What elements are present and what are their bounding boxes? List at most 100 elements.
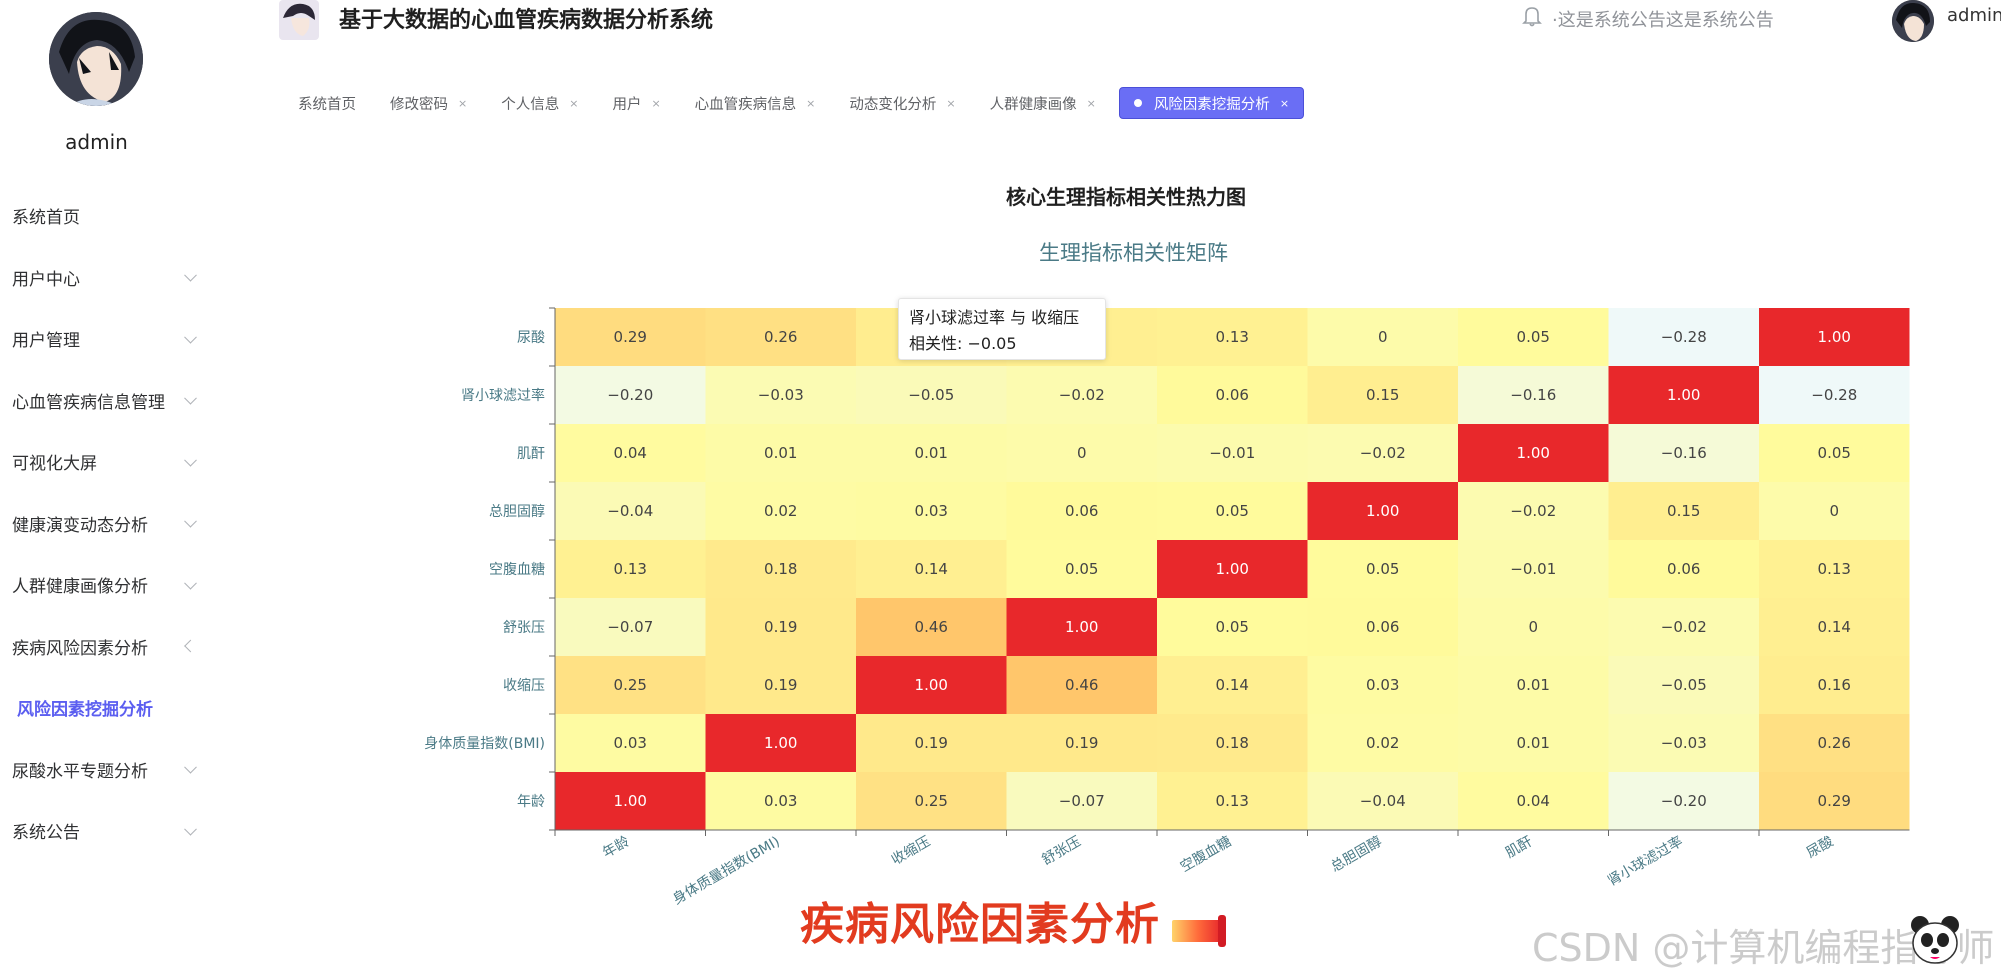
- heatmap-cell[interactable]: 0.13: [1157, 308, 1308, 366]
- heatmap-cell[interactable]: 0.01: [856, 424, 1007, 482]
- heatmap-cell[interactable]: 0.19: [705, 656, 857, 714]
- heatmap-cell[interactable]: −0.05: [1608, 656, 1760, 714]
- heatmap-cell[interactable]: 0.14: [856, 540, 1007, 598]
- heatmap-cell[interactable]: 1.00: [1608, 366, 1760, 424]
- tab-4[interactable]: 心血管疾病信息 ×: [684, 87, 827, 119]
- heatmap-cell[interactable]: 0.46: [1006, 656, 1158, 714]
- sidebar-item-1[interactable]: 用户中心: [0, 247, 215, 309]
- tab-0[interactable]: 系统首页: [287, 87, 367, 119]
- header-avatar[interactable]: [1892, 0, 1934, 42]
- heatmap-cell[interactable]: 0.14: [1157, 656, 1308, 714]
- heatmap-cell[interactable]: 0.01: [1458, 656, 1609, 714]
- heatmap-cell[interactable]: 0.25: [856, 772, 1007, 830]
- heatmap-cell[interactable]: −0.20: [555, 366, 706, 424]
- heatmap-cell[interactable]: 0.04: [555, 424, 706, 482]
- heatmap-cell[interactable]: 0.02: [705, 482, 857, 540]
- sidebar-item-2[interactable]: 用户管理: [0, 308, 215, 370]
- heatmap-cell[interactable]: −0.07: [1006, 772, 1158, 830]
- heatmap-cell[interactable]: 1.00: [1458, 424, 1609, 482]
- heatmap-cell[interactable]: 1.00: [1006, 598, 1158, 656]
- heatmap-cell[interactable]: −0.01: [1458, 540, 1609, 598]
- heatmap-cell[interactable]: 0.18: [705, 540, 857, 598]
- sidebar-item-9[interactable]: 尿酸水平专题分析: [0, 739, 215, 801]
- heatmap-cell[interactable]: 0.05: [1157, 598, 1308, 656]
- heatmap-cell[interactable]: 0.13: [555, 540, 706, 598]
- heatmap-cell[interactable]: −0.03: [1608, 714, 1760, 772]
- heatmap-cell[interactable]: 0: [1006, 424, 1158, 482]
- sidebar-item-4[interactable]: 可视化大屏: [0, 431, 215, 493]
- heatmap-cell[interactable]: 0.18: [1157, 714, 1308, 772]
- heatmap-cell[interactable]: 0.06: [1157, 366, 1308, 424]
- heatmap-cell[interactable]: 0: [1458, 598, 1609, 656]
- heatmap-cell[interactable]: 0.29: [555, 308, 706, 366]
- sidebar-item-6[interactable]: 人群健康画像分析: [0, 554, 215, 616]
- tab-3[interactable]: 用户 ×: [601, 87, 671, 119]
- heatmap-cell[interactable]: −0.16: [1608, 424, 1760, 482]
- heatmap-cell[interactable]: −0.01: [1157, 424, 1308, 482]
- close-icon[interactable]: ×: [946, 97, 955, 110]
- heatmap-cell[interactable]: 0.14: [1759, 598, 1910, 656]
- sidebar-item-10[interactable]: 系统公告: [0, 800, 215, 862]
- heatmap-cell[interactable]: 0.19: [1006, 714, 1158, 772]
- heatmap-cell[interactable]: −0.04: [555, 482, 706, 540]
- heatmap-cell[interactable]: 0.05: [1759, 424, 1910, 482]
- heatmap-cell[interactable]: −0.05: [856, 366, 1007, 424]
- heatmap-cell[interactable]: −0.04: [1307, 772, 1459, 830]
- heatmap-cell[interactable]: 0.05: [1157, 482, 1308, 540]
- heatmap-cell[interactable]: −0.02: [1307, 424, 1459, 482]
- heatmap-cell[interactable]: −0.20: [1608, 772, 1760, 830]
- heatmap-cell[interactable]: −0.28: [1608, 308, 1760, 366]
- tab-5[interactable]: 动态变化分析 ×: [838, 87, 966, 119]
- heatmap-cell[interactable]: 0.26: [705, 308, 857, 366]
- heatmap-cell[interactable]: 0.15: [1307, 366, 1459, 424]
- tab-6[interactable]: 人群健康画像 ×: [979, 87, 1107, 119]
- heatmap-cell[interactable]: 0.05: [1307, 540, 1459, 598]
- sidebar-item-0[interactable]: 系统首页: [0, 185, 215, 247]
- heatmap-cell[interactable]: −0.07: [555, 598, 706, 656]
- heatmap-cell[interactable]: 0.15: [1608, 482, 1760, 540]
- heatmap-cell[interactable]: 0.06: [1307, 598, 1459, 656]
- heatmap-cell[interactable]: 0.01: [705, 424, 857, 482]
- close-icon[interactable]: ×: [1087, 97, 1096, 110]
- tab-7[interactable]: 风险因素挖掘分析 ×: [1118, 87, 1305, 119]
- heatmap-cell[interactable]: −0.16: [1458, 366, 1609, 424]
- heatmap-cell[interactable]: 0.04: [1458, 772, 1609, 830]
- tab-1[interactable]: 修改密码 ×: [379, 87, 478, 119]
- heatmap-cell[interactable]: 0.13: [1157, 772, 1308, 830]
- close-icon[interactable]: ×: [651, 97, 660, 110]
- heatmap-cell[interactable]: 0.13: [1759, 540, 1910, 598]
- heatmap-cell[interactable]: 1.00: [856, 656, 1007, 714]
- close-icon[interactable]: ×: [806, 97, 815, 110]
- close-icon[interactable]: ×: [458, 97, 467, 110]
- heatmap-cell[interactable]: 0.05: [1006, 540, 1158, 598]
- sidebar-item-3[interactable]: 心血管疾病信息管理: [0, 370, 215, 432]
- heatmap-cell[interactable]: 0.26: [1759, 714, 1910, 772]
- heatmap-cell[interactable]: 0.05: [1458, 308, 1609, 366]
- close-icon[interactable]: ×: [569, 97, 578, 110]
- heatmap-cell[interactable]: −0.28: [1759, 366, 1910, 424]
- heatmap-cell[interactable]: 0.01: [1458, 714, 1609, 772]
- heatmap-cell[interactable]: 0.03: [555, 714, 706, 772]
- notice-bar[interactable]: ·这是系统公告这是系统公告: [1522, 5, 1774, 32]
- sidebar-item-7[interactable]: 疾病风险因素分析: [0, 616, 215, 678]
- heatmap-cell[interactable]: 0: [1307, 308, 1459, 366]
- heatmap-cell[interactable]: 0.16: [1759, 656, 1910, 714]
- tab-2[interactable]: 个人信息 ×: [490, 87, 589, 119]
- heatmap-cell[interactable]: 0.25: [555, 656, 706, 714]
- heatmap-cell[interactable]: 0.02: [1307, 714, 1459, 772]
- heatmap-cell[interactable]: 1.00: [1759, 308, 1910, 366]
- heatmap-cell[interactable]: 0.19: [705, 598, 857, 656]
- heatmap-cell[interactable]: −0.02: [1608, 598, 1760, 656]
- heatmap-cell[interactable]: 1.00: [705, 714, 857, 772]
- heatmap-cell[interactable]: 0.29: [1759, 772, 1910, 830]
- sidebar-item-5[interactable]: 健康演变动态分析: [0, 493, 215, 555]
- heatmap-cell[interactable]: 1.00: [1157, 540, 1308, 598]
- heatmap-cell[interactable]: 1.00: [555, 772, 706, 830]
- header-username[interactable]: admin: [1947, 5, 2001, 26]
- heatmap-cell[interactable]: 0.03: [856, 482, 1007, 540]
- heatmap-cell[interactable]: 0.06: [1608, 540, 1760, 598]
- heatmap-cell[interactable]: 0.46: [856, 598, 1007, 656]
- heatmap-cell[interactable]: −0.03: [705, 366, 857, 424]
- sidebar-item-8[interactable]: 风险因素挖掘分析: [0, 677, 215, 739]
- heatmap-cell[interactable]: 0: [1759, 482, 1910, 540]
